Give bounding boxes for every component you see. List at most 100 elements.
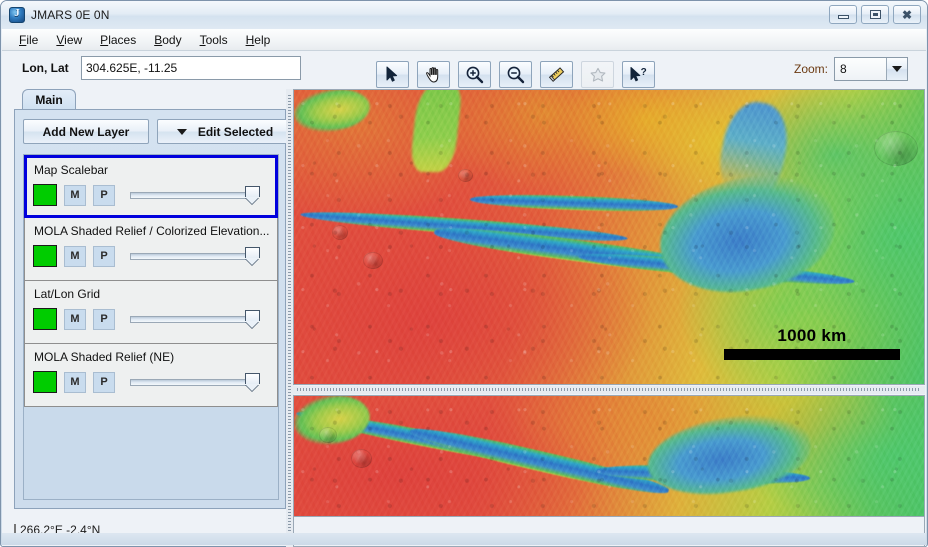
layer-item-map-scalebar[interactable]: Map Scalebar M P [24,155,278,218]
cursor-arrow-icon [386,66,398,82]
layer-item-latlon-grid[interactable]: Lat/Lon Grid M P [24,281,278,344]
window-bottom-strip [2,533,926,545]
layer-action-buttons: Add New Layer Edit Selected [23,119,293,144]
slider-track [130,192,256,199]
zoom-value: 8 [840,62,847,76]
shape-tool[interactable] [581,61,614,88]
layer-controls: M P [33,245,260,267]
menu-body[interactable]: Body [145,31,190,49]
slider-thumb[interactable] [245,247,260,258]
menu-tools[interactable]: Tools [191,31,237,49]
layer-opacity-slider[interactable] [130,371,260,393]
slider-thumb[interactable] [245,373,260,384]
measure-tool[interactable] [540,61,573,88]
window-title: JMARS 0E 0N [31,8,110,22]
layer-m-button[interactable]: M [64,308,86,330]
zoom-control: Zoom: 8 [794,57,908,81]
chevron-down-icon[interactable] [886,58,907,80]
close-button[interactable]: ✖ [893,5,921,24]
split-grip-dots [288,95,291,541]
pan-hand-tool[interactable] [417,61,450,88]
maximize-button[interactable] [861,5,889,24]
layer-p-button[interactable]: P [93,371,115,393]
layer-name: Lat/Lon Grid [34,287,101,301]
layer-p-button[interactable]: P [93,308,115,330]
menu-bar: File View Places Body Tools Help [2,29,926,51]
tool-bar-row: Lon, Lat 304.625E, -11.25 ? Zoom: 8 [2,51,926,89]
layer-m-button[interactable]: M [64,184,86,206]
title-bar: JMARS 0E 0N ✖ [1,1,927,29]
minimize-button[interactable] [829,5,857,24]
add-new-layer-button[interactable]: Add New Layer [23,119,149,144]
layer-item-mola-shaded-relief-ne[interactable]: MOLA Shaded Relief (NE) M P [24,344,278,407]
mars-terrain-secondary [294,396,924,516]
globe-j-icon [9,7,25,23]
tab-content-main: Add New Layer Edit Selected Map Scalebar [14,109,293,509]
slider-track [130,379,256,386]
menu-help[interactable]: Help [237,31,280,49]
chevron-down-icon [176,128,187,135]
layer-list: Map Scalebar M P MOLA Shaded Relief / Co… [23,154,279,500]
layer-p-button[interactable]: P [93,184,115,206]
whats-this-tool[interactable]: ? [622,61,655,88]
layer-opacity-slider[interactable] [130,184,260,206]
svg-text:?: ? [640,67,646,78]
window-controls: ✖ [829,5,921,24]
cursor-question-icon: ? [630,66,646,81]
layer-color-swatch[interactable] [33,184,57,206]
tab-main[interactable]: Main [22,89,76,110]
lonlat-label: Lon, Lat [22,61,69,75]
horizontal-split-divider[interactable] [293,386,925,394]
layer-item-mola-colorized[interactable]: MOLA Shaded Relief / Colorized Elevation… [24,218,278,281]
menu-view-rest: iew [64,32,83,47]
zoom-in-tool[interactable] [458,61,491,88]
menu-file[interactable]: File [10,31,47,49]
layer-opacity-slider[interactable] [130,245,260,267]
zoom-label: Zoom: [793,62,828,76]
layer-p-button[interactable]: P [93,245,115,267]
menu-body-rest: ody [162,32,182,47]
map-area: 1000 km [293,89,925,547]
content-area: Lon, Lat 304.625E, -11.25 ? Zoom: 8 Main… [2,51,926,547]
layer-m-button[interactable]: M [64,245,86,267]
main-map-view[interactable]: 1000 km [293,89,925,385]
lonlat-input[interactable] [81,56,301,80]
slider-track [130,316,256,323]
application-window: JMARS 0E 0N ✖ File View Places Body Tool… [0,0,928,547]
close-icon: ✖ [901,7,913,22]
select-arrow-tool[interactable] [376,61,409,88]
scalebar-label: 1000 km [777,326,847,345]
magnifier-plus-icon [466,66,484,84]
zoom-combobox[interactable]: 8 [834,57,908,81]
split-grip-dots [297,388,921,391]
layer-m-button[interactable]: M [64,371,86,393]
hand-icon [426,66,439,83]
ruler-icon [548,67,565,82]
layer-name: MOLA Shaded Relief (NE) [34,350,175,364]
layer-color-swatch[interactable] [33,371,57,393]
edit-selected-button[interactable]: Edit Selected [157,119,293,144]
layer-color-swatch[interactable] [33,308,57,330]
shape-star-icon [590,67,605,82]
layer-name: Map Scalebar [34,163,109,177]
menu-places[interactable]: Places [91,31,145,49]
layer-name: MOLA Shaded Relief / Colorized Elevation… [34,224,270,238]
layer-panel-inner: Add New Layer Edit Selected Map Scalebar [15,110,293,508]
secondary-map-view[interactable] [293,395,925,517]
menu-view[interactable]: View [47,31,91,49]
map-toolbar: ? [376,61,655,88]
layer-opacity-slider[interactable] [130,308,260,330]
minimize-icon [830,6,856,23]
layer-color-swatch[interactable] [33,245,57,267]
scalebar-bar [724,349,900,360]
slider-thumb[interactable] [245,310,260,321]
edit-selected-label: Edit Selected [197,124,274,139]
menu-places-rest: laces [108,32,137,47]
zoom-out-tool[interactable] [499,61,532,88]
map-scalebar-overlay: 1000 km [724,326,900,360]
layer-controls: M P [33,184,260,206]
slider-thumb[interactable] [245,186,260,197]
menu-tools-rest: ools [205,32,228,47]
menu-file-rest: ile [26,32,39,47]
layer-panel: Main Add New Layer Edit Selected Map Sca… [14,89,293,509]
